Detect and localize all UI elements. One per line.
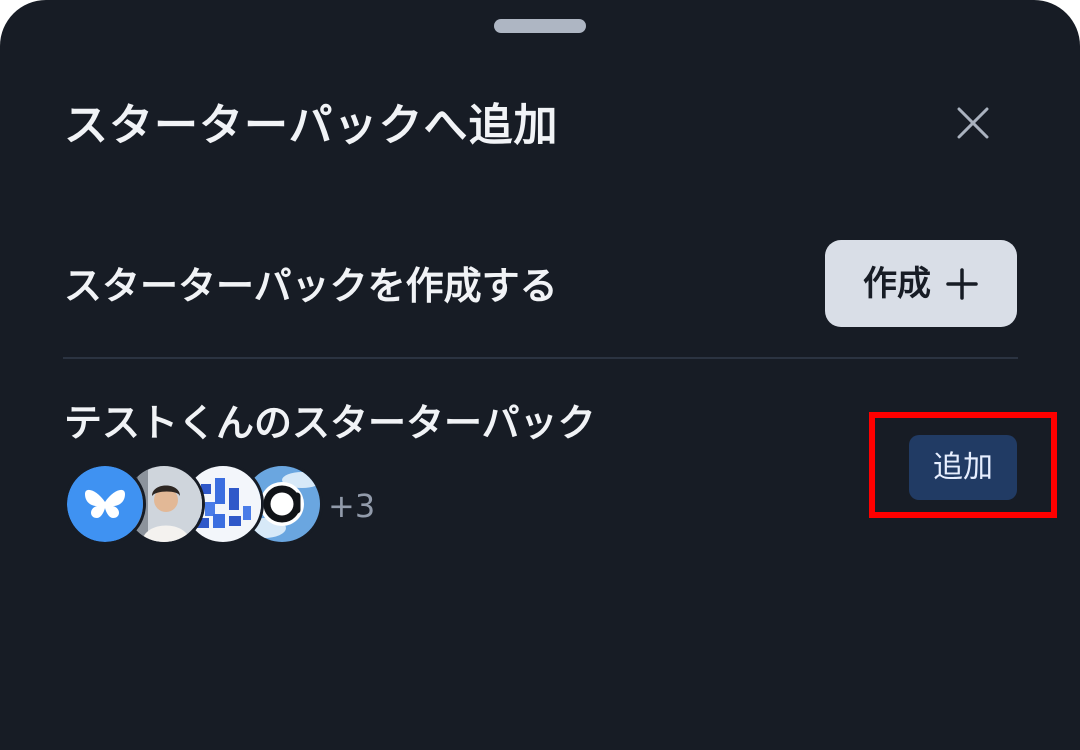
sheet-title: スターターパックへ追加 <box>64 100 559 151</box>
plus-icon <box>946 267 978 300</box>
drag-handle[interactable] <box>494 19 586 33</box>
add-button[interactable]: 追加 <box>909 435 1017 500</box>
butterfly-avatar <box>64 463 146 545</box>
section-divider <box>63 357 1018 359</box>
starter-pack-title: テストくんのスターターパック <box>64 401 596 445</box>
create-button-label: 作成 <box>863 263 931 304</box>
create-button[interactable]: 作成 <box>825 240 1017 327</box>
starter-pack-sheet: スターターパックへ追加 スターターパックを作成する 作成 テストくんのスターター… <box>0 0 1080 750</box>
add-button-label: 追加 <box>933 449 993 485</box>
close-button[interactable] <box>946 96 1000 150</box>
more-members-count: +3 <box>328 487 376 525</box>
create-starter-pack-label: スターターパックを作成する <box>64 264 558 308</box>
close-icon <box>957 107 989 139</box>
